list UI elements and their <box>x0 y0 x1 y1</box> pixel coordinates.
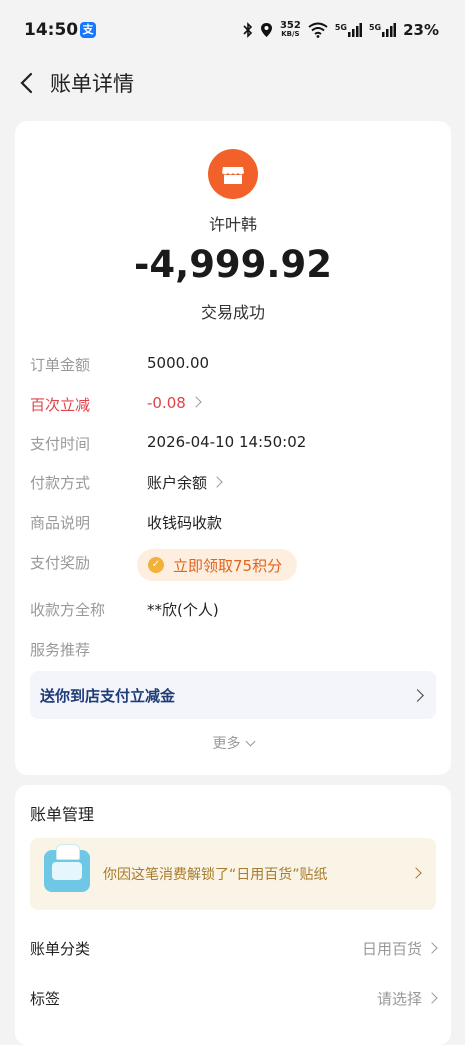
nav-header: 账单详情 <box>0 60 465 108</box>
bill-management-heading: 账单管理 <box>30 805 95 824</box>
goods-desc-value: 收钱码收款 <box>147 514 223 532</box>
pay-method-label: 付款方式 <box>30 474 91 492</box>
chevron-right-icon <box>426 942 438 954</box>
signal-1: 5G <box>335 23 362 37</box>
claim-points-button[interactable]: ✓ 立即领取75积分 <box>137 549 297 581</box>
promo-text: 送你到店支付立减金 <box>40 687 176 705</box>
chevron-right-icon <box>426 992 438 1004</box>
sticker-label-icon <box>52 862 82 880</box>
sticker-text: 你因这笔消费解锁了“日用百货”贴纸 <box>103 867 328 883</box>
service-label: 服务推荐 <box>30 641 91 659</box>
sticker-banner[interactable]: 你因这笔消费解锁了“日用百货”贴纸 <box>30 838 436 910</box>
order-amount-label: 订单金额 <box>30 356 91 374</box>
chevron-down-icon <box>245 736 255 747</box>
sticker-bag-icon <box>56 844 80 860</box>
discount-value[interactable]: -0.08 <box>147 394 202 412</box>
location-icon <box>260 23 272 37</box>
more-button[interactable]: 更多 <box>15 733 451 753</box>
wifi-icon <box>308 22 328 38</box>
status-time: 14:50 <box>24 20 79 40</box>
alipay-notification-icon: 支 <box>80 22 96 38</box>
category-value: 日用百货 <box>362 938 438 959</box>
payee-name: 许叶韩 <box>208 215 257 234</box>
pay-method-value[interactable]: 账户余额 <box>147 472 223 493</box>
page-title: 账单详情 <box>50 72 134 96</box>
merchant-store-icon <box>208 149 258 199</box>
payee-full-label: 收款方全称 <box>30 601 106 619</box>
tag-label: 标签 <box>30 990 61 1008</box>
bill-detail-card: 许叶韩 -4,999.92 交易成功 订单金额 5000.00 百次立减 -0.… <box>15 121 451 775</box>
transaction-status: 交易成功 <box>200 303 265 322</box>
chevron-right-icon <box>190 396 202 408</box>
signal-bars-icon <box>382 23 397 37</box>
promo-banner[interactable]: 送你到店支付立减金 <box>30 671 436 719</box>
chevron-right-icon <box>211 476 223 488</box>
category-label: 账单分类 <box>30 940 91 958</box>
status-bar: 14:50 支 352 KB/S 5G 5G 23% <box>0 0 465 60</box>
chevron-right-icon <box>411 689 424 702</box>
discount-label: 百次立减 <box>30 396 91 414</box>
pay-time-value: 2026-04-10 14:50:02 <box>147 433 307 451</box>
points-coin-icon: ✓ <box>148 557 164 573</box>
battery-percent: 23% <box>403 21 439 39</box>
bill-management-card: 账单管理 你因这笔消费解锁了“日用百货”贴纸 账单分类 日用百货 标签 请选择 <box>15 785 451 1045</box>
payee-full-value: **欣(个人) <box>147 601 219 619</box>
chevron-right-icon <box>410 867 422 879</box>
tag-value: 请选择 <box>377 988 438 1009</box>
back-arrow-icon[interactable] <box>14 69 42 97</box>
pay-time-label: 支付时间 <box>30 435 91 453</box>
bluetooth-icon <box>243 22 253 38</box>
claim-points-label: 立即领取75积分 <box>173 557 283 575</box>
net-speed: 352 KB/S <box>279 20 301 39</box>
order-amount-value: 5000.00 <box>147 354 210 372</box>
transaction-amount: -4,999.92 <box>134 243 332 286</box>
signal-bars-icon <box>347 23 362 37</box>
signal-2: 5G <box>369 23 397 37</box>
status-icons: 352 KB/S 5G 5G 23% <box>243 21 439 39</box>
goods-desc-label: 商品说明 <box>30 514 91 532</box>
reward-label: 支付奖励 <box>30 554 91 572</box>
